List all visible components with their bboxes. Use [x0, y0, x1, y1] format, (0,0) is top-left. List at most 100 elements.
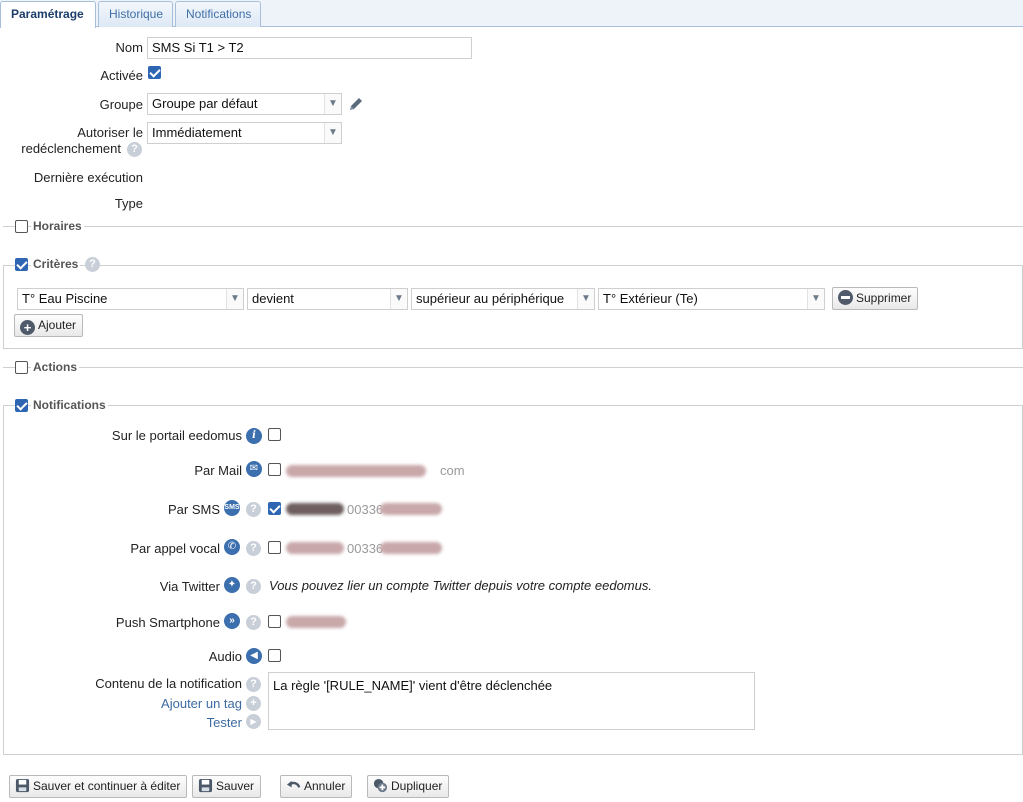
mail-label: Par Mail [194, 463, 242, 478]
tab-parametrage[interactable]: Paramétrage [0, 1, 96, 28]
actions-title: Actions [31, 360, 80, 374]
criteria-condition-value: devient [252, 291, 294, 306]
add-criteria-label: Ajouter [38, 318, 77, 332]
cancel-button[interactable]: Annuler [280, 775, 353, 798]
sms-checkbox[interactable] [268, 502, 281, 515]
audio-label: Audio [208, 649, 242, 664]
redeclenchement-select-value: Immédiatement [152, 125, 242, 140]
content-label: Contenu de la notification [95, 676, 242, 691]
chevron-down-icon: ▼ [324, 94, 341, 114]
chevron-down-icon: ▼ [577, 289, 594, 309]
sms-number-prefix: 00336 [347, 502, 384, 517]
mail-suffix: com [440, 463, 465, 478]
twitter-info-text: Vous pouvez lier un compte Twitter depui… [269, 578, 652, 593]
push-label: Push Smartphone [115, 615, 220, 630]
help-icon[interactable]: ? [246, 579, 261, 594]
criteria-operator-select[interactable]: supérieur au périphérique ▼ [411, 288, 595, 310]
autoriser-label-line1: Autoriser le [77, 125, 143, 140]
chevron-down-icon: ▼ [226, 289, 243, 309]
sms-icon: SMS [224, 500, 240, 516]
notification-content-textarea[interactable]: La règle '[RULE_NAME]' vient d'être décl… [268, 672, 755, 730]
duplicate-icon [373, 778, 388, 793]
chevron-down-icon: ▼ [390, 289, 407, 309]
criteres-title: Critères [31, 257, 81, 271]
tab-notifications[interactable]: Notifications [175, 1, 261, 27]
twitter-icon: ✦ [224, 577, 240, 593]
add-tag-icon[interactable]: + [246, 696, 261, 711]
plus-circle-icon: + [20, 320, 35, 335]
redacted-email [286, 465, 426, 477]
groupe-label: Groupe [99, 97, 143, 112]
save-label: Sauver [216, 779, 255, 793]
help-icon[interactable]: ? [246, 541, 261, 556]
undo-icon [286, 780, 301, 788]
nom-input[interactable]: SMS Si T1 > T2 [147, 37, 472, 59]
envelope-icon: ✉ [246, 461, 262, 477]
push-icon: » [224, 613, 240, 629]
save-continue-label: Sauver et continuer à éditer [33, 779, 181, 793]
tab-historique[interactable]: Historique [98, 1, 173, 27]
actions-checkbox[interactable] [15, 361, 28, 374]
actions-divider [3, 367, 1023, 368]
criteria-operator-value: supérieur au périphérique [416, 291, 565, 306]
save-continue-button[interactable]: Sauver et continuer à éditer [9, 775, 188, 798]
help-icon[interactable]: ? [85, 257, 100, 272]
redacted-sms-number [380, 503, 442, 515]
phone-icon: ✆ [224, 539, 240, 555]
push-checkbox[interactable] [268, 615, 281, 628]
autoriser-label-line2: redéclenchement [21, 141, 121, 156]
test-link[interactable]: Tester [42, 715, 242, 730]
redeclenchement-select[interactable]: Immédiatement ▼ [147, 122, 342, 144]
info-icon: i [246, 428, 262, 444]
portal-label: Sur le portail eedomus [111, 428, 242, 443]
criteres-checkbox[interactable] [15, 258, 28, 271]
activee-label: Activée [100, 68, 143, 83]
floppy-icon [15, 778, 30, 793]
add-tag-link[interactable]: Ajouter un tag [42, 696, 242, 711]
pencil-icon[interactable] [347, 95, 365, 113]
notifications-title: Notifications [31, 398, 108, 412]
duplicate-label: Dupliquer [391, 779, 443, 793]
notifications-checkbox[interactable] [15, 399, 28, 412]
mail-checkbox[interactable] [268, 463, 281, 476]
help-icon[interactable]: ? [127, 142, 142, 157]
voice-checkbox[interactable] [268, 541, 281, 554]
save-button[interactable]: Sauver [192, 775, 262, 798]
criteria-device-select[interactable]: T° Eau Piscine ▼ [17, 288, 244, 310]
groupe-select-value: Groupe par défaut [152, 96, 258, 111]
chevron-down-icon: ▼ [807, 289, 824, 309]
groupe-select[interactable]: Groupe par défaut ▼ [147, 93, 342, 115]
redacted-push-device [286, 616, 346, 628]
cancel-label: Annuler [304, 779, 346, 793]
derniere-execution-label: Dernière exécution [33, 170, 143, 185]
horaires-checkbox[interactable] [15, 220, 28, 233]
duplicate-button[interactable]: Dupliquer [367, 775, 450, 798]
delete-criteria-button[interactable]: Supprimer [832, 287, 919, 310]
horaires-title: Horaires [31, 219, 84, 233]
help-icon[interactable]: ? [246, 502, 261, 517]
add-criteria-button[interactable]: + Ajouter [14, 314, 84, 337]
help-icon[interactable]: ? [246, 615, 261, 630]
portal-checkbox[interactable] [268, 428, 281, 441]
criteria-device-value: T° Eau Piscine [22, 291, 108, 306]
twitter-label: Via Twitter [159, 579, 220, 594]
voice-number-prefix: 00336 [347, 541, 384, 556]
type-label: Type [114, 196, 143, 211]
horaires-divider [3, 226, 1023, 227]
redacted-voice-number [380, 542, 442, 554]
speaker-icon: ◀ [246, 648, 262, 664]
audio-checkbox[interactable] [268, 649, 281, 662]
sms-label: Par SMS [167, 502, 220, 517]
voice-label: Par appel vocal [130, 541, 220, 556]
delete-criteria-label: Supprimer [856, 291, 912, 305]
redacted-sms-name [286, 503, 344, 515]
criteria-target-select[interactable]: T° Extérieur (Te) ▼ [598, 288, 825, 310]
criteria-condition-select[interactable]: devient ▼ [247, 288, 408, 310]
criteria-target-value: T° Extérieur (Te) [603, 291, 698, 306]
chevron-down-icon: ▼ [324, 123, 341, 143]
minus-circle-icon [838, 290, 853, 305]
play-icon[interactable]: ▶ [246, 714, 261, 729]
activee-checkbox[interactable] [148, 66, 161, 79]
tab-bar: Paramétrage Historique Notifications [0, 0, 1023, 28]
help-icon[interactable]: ? [246, 677, 261, 692]
